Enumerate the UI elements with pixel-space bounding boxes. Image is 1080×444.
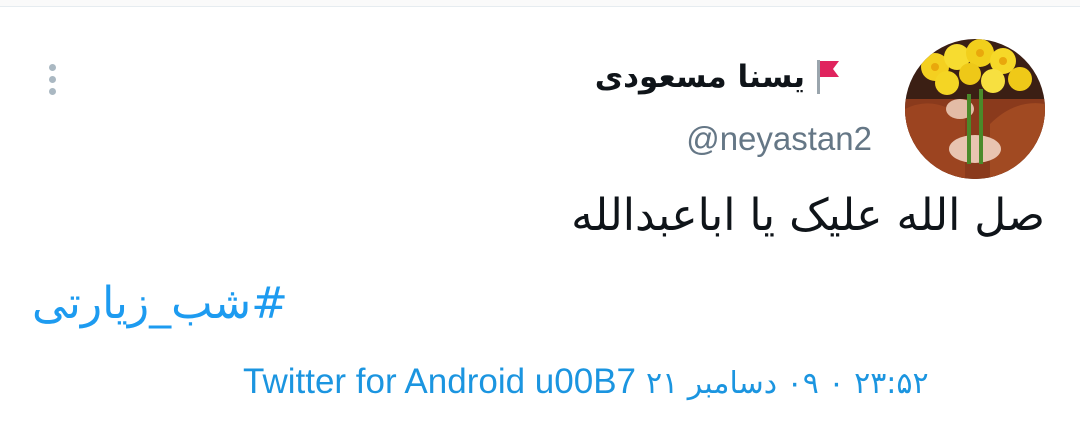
red-flag-icon	[813, 58, 843, 96]
timestamp[interactable]: ۲۳:۵۲ ۰ ۰۹ دسامبر ۲۱	[646, 366, 929, 401]
tweet-text: صل الله علیک یا اباعبدالله	[571, 190, 1045, 241]
tweet-card: یسنا مسعودی @neyastan2 صل الله علیک یا ا…	[0, 0, 1080, 444]
more-options-button[interactable]	[38, 60, 66, 100]
display-name: یسنا مسعودی	[594, 59, 805, 95]
user-handle[interactable]: @neyastan2	[686, 120, 872, 158]
display-name-row[interactable]: یسنا مسعودی	[595, 58, 843, 96]
hashtag-link[interactable]: #شب_زیارتی	[32, 278, 288, 329]
tweet-meta: Twitter for Android u00B7 ۲۳:۵۲ ۰ ۰۹ دسا…	[243, 362, 929, 402]
daffodil-avatar	[905, 39, 1045, 179]
top-divider	[0, 0, 1080, 7]
more-dot	[49, 88, 56, 95]
more-dot	[49, 76, 56, 83]
avatar[interactable]	[905, 39, 1045, 179]
source-link[interactable]: Twitter for Android u00B7	[243, 362, 636, 402]
more-vertical-icon	[49, 64, 56, 71]
